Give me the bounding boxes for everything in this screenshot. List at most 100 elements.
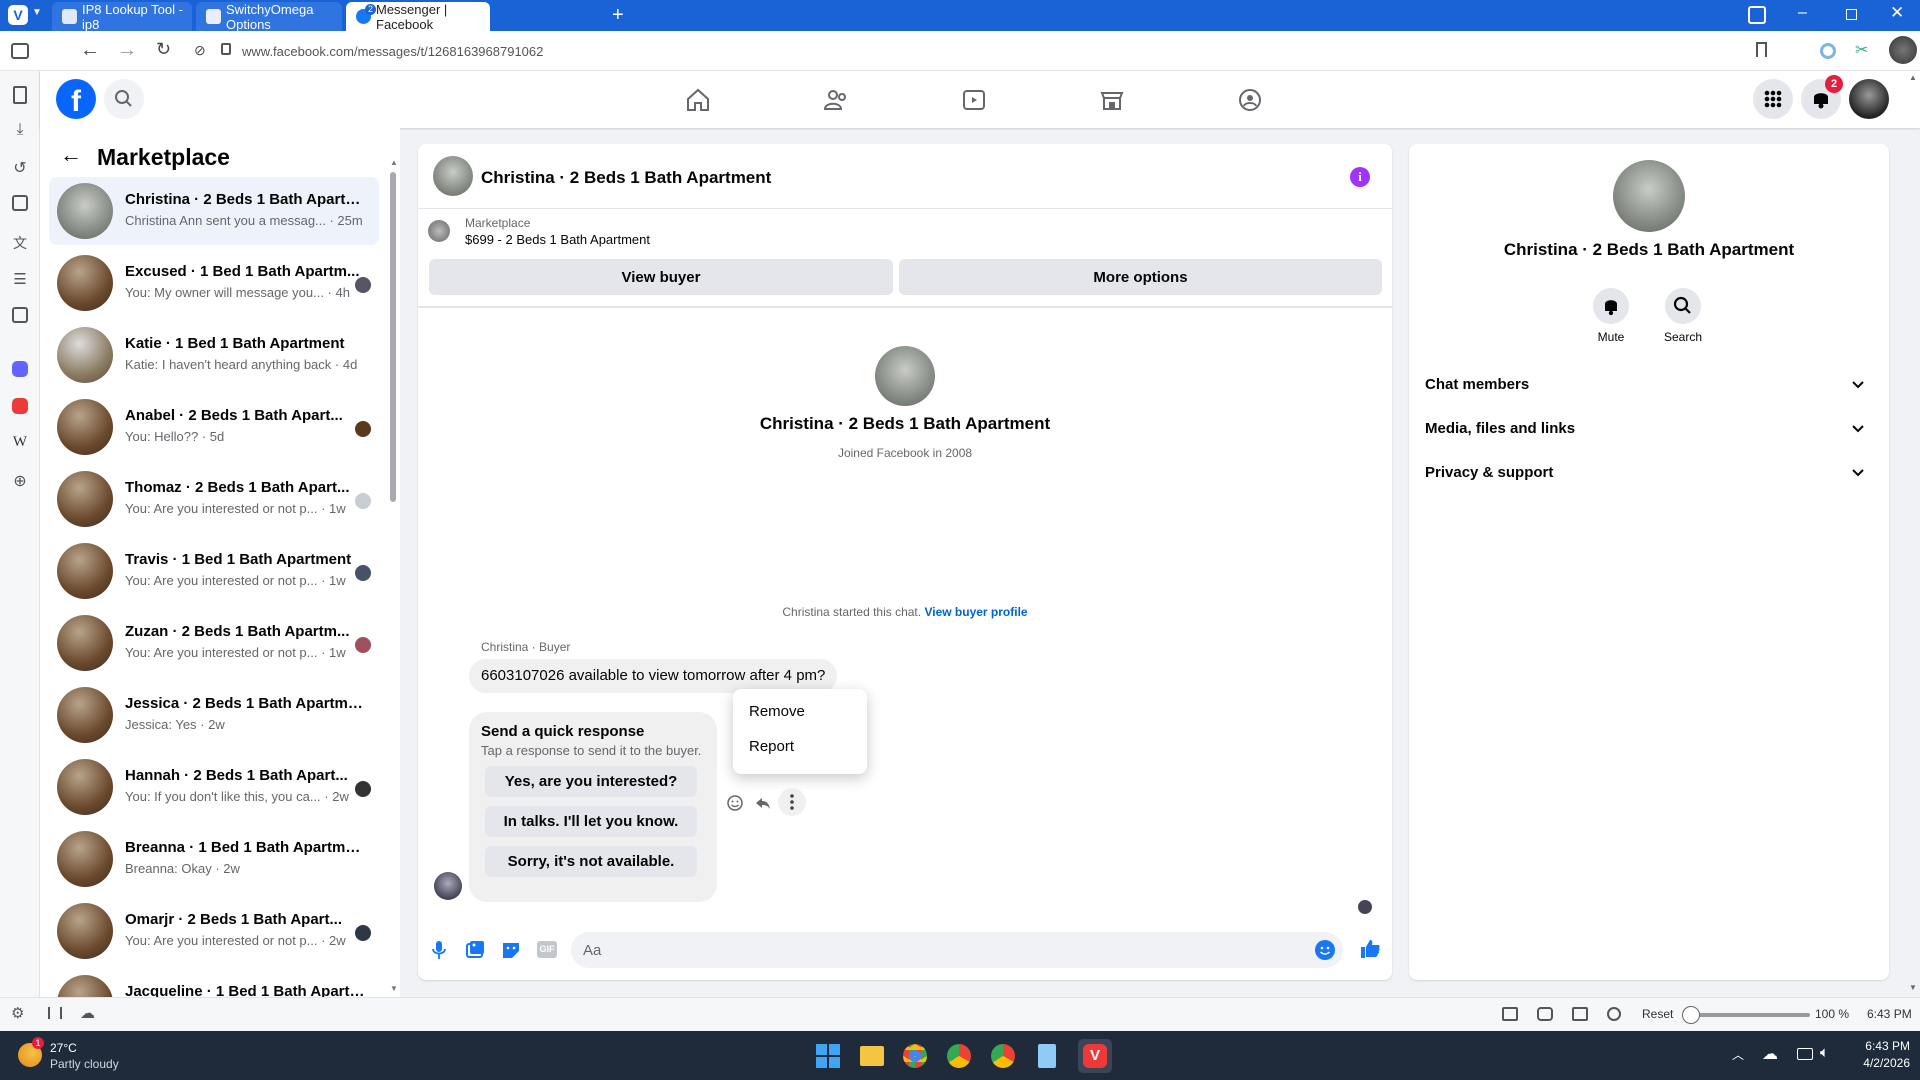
add-panel-icon[interactable]: ⊕ — [10, 471, 30, 491]
start-button[interactable] — [816, 1044, 840, 1068]
quick-response-button[interactable]: Yes, are you interested? — [485, 766, 697, 797]
search-chat-button[interactable]: Search — [1664, 288, 1702, 348]
chrome-icon[interactable] — [991, 1044, 1015, 1068]
react-icon[interactable] — [726, 794, 744, 812]
info-avatar[interactable] — [1613, 160, 1685, 232]
tab-messenger[interactable]: 2 Messenger | Facebook — [346, 2, 490, 32]
profile-avatar[interactable] — [1889, 36, 1917, 64]
chrome-icon[interactable] — [947, 1044, 971, 1068]
sticker-icon[interactable] — [501, 940, 521, 960]
new-tab-button[interactable]: + — [612, 5, 624, 25]
minimize-button[interactable]: – — [1798, 4, 1807, 22]
notepad-icon[interactable] — [1038, 1044, 1056, 1068]
inbox-scrollbar[interactable]: ▲ ▼ — [389, 158, 398, 996]
reading-panel-icon[interactable]: ☰ — [10, 270, 30, 290]
wikipedia-icon[interactable]: W — [10, 434, 30, 454]
history-panel-icon[interactable]: ↺ — [10, 158, 30, 178]
page-scrollbar[interactable]: ▲ ▼ — [1906, 71, 1920, 997]
url-field[interactable]: www.facebook.com/messages/t/126816396879… — [242, 44, 543, 59]
menu-button[interactable] — [1753, 79, 1793, 119]
chat-header-title[interactable]: Christina · 2 Beds 1 Bath Apartment — [481, 168, 771, 188]
conversation-item[interactable]: Zuzan · 2 Beds 1 Bath Apartm... You: Are… — [49, 609, 379, 677]
view-buyer-button[interactable]: View buyer — [429, 259, 893, 295]
groups-icon[interactable] — [1235, 85, 1265, 115]
settings-icon[interactable]: ⚙ — [11, 1004, 24, 1022]
vivaldi-icon[interactable] — [12, 398, 28, 414]
conversation-item[interactable]: Omarjr · 2 Beds 1 Bath Apart... You: Are… — [49, 897, 379, 965]
back-icon[interactable]: ← — [80, 39, 100, 62]
account-avatar[interactable] — [1849, 79, 1889, 119]
conversation-item[interactable]: Breanna · 1 Bed 1 Bath Apartment Breanna… — [49, 825, 379, 893]
like-icon[interactable] — [1359, 938, 1381, 960]
search-button[interactable] — [104, 79, 144, 119]
notifications-button[interactable]: 2 — [1801, 75, 1843, 119]
translate-panel-icon[interactable]: 文 — [10, 233, 30, 253]
conversation-item[interactable]: Thomaz · 2 Beds 1 Bath Apart... You: Are… — [49, 465, 379, 533]
home-icon[interactable] — [683, 85, 713, 115]
bookmark-icon[interactable] — [1756, 42, 1767, 57]
conversation-item[interactable]: Anabel · 2 Beds 1 Bath Apart... You: Hel… — [49, 393, 379, 461]
tab-ip8[interactable]: IP8 Lookup Tool - ip8 — [52, 2, 192, 32]
more-options-button[interactable]: More options — [899, 259, 1382, 295]
friends-icon[interactable] — [821, 85, 851, 115]
onedrive-icon[interactable]: ☁ — [1762, 1044, 1778, 1064]
file-explorer-icon[interactable] — [860, 1046, 884, 1066]
camera-icon[interactable] — [1537, 1007, 1553, 1021]
message-input[interactable]: Aa — [571, 932, 1343, 968]
reply-icon[interactable] — [754, 794, 772, 812]
gif-icon[interactable]: GIF — [537, 941, 557, 958]
forward-icon[interactable]: → — [117, 39, 137, 62]
reload-icon[interactable]: ↻ — [156, 39, 171, 60]
vivaldi-menu-button[interactable]: V ▼ — [8, 5, 42, 25]
conversation-item[interactable]: Jessica · 2 Beds 1 Bath Apartment Jessic… — [49, 681, 379, 749]
tiling-icon[interactable] — [48, 1007, 62, 1019]
window-panel-icon[interactable] — [12, 307, 28, 323]
extension-icon[interactable]: ✂ — [1855, 40, 1868, 60]
privacy-support-section[interactable]: Privacy & support — [1425, 464, 1865, 481]
bookmarks-panel-icon[interactable] — [13, 86, 27, 104]
notes-panel-icon[interactable] — [12, 195, 28, 211]
emoji-icon[interactable] — [1315, 940, 1335, 960]
tab-switchyomega[interactable]: SwitchyOmega Options — [196, 2, 342, 32]
mute-button[interactable]: Mute — [1593, 288, 1629, 348]
media-files-section[interactable]: Media, files and links — [1425, 420, 1865, 437]
cloud-sync-icon[interactable]: ☁ — [80, 1004, 95, 1022]
tray-chevron-icon[interactable]: ︿ — [1732, 1046, 1744, 1063]
view-buyer-profile-link[interactable]: View buyer profile — [924, 605, 1027, 619]
profile-avatar-large[interactable] — [875, 346, 935, 406]
chrome-icon[interactable] — [903, 1044, 927, 1068]
more-actions-button[interactable] — [778, 788, 806, 816]
shield-icon[interactable]: ⊘ — [194, 42, 206, 59]
back-arrow-icon[interactable]: ← — [60, 142, 82, 168]
network-icon[interactable] — [1797, 1048, 1813, 1060]
page-tiling-icon[interactable] — [1572, 1007, 1588, 1021]
conversation-item[interactable]: Jacqueline · 1 Bed 1 Bath Apartm... — [49, 969, 379, 997]
taskbar-clock[interactable]: 6:43 PM 4/2/2026 — [1850, 1039, 1910, 1070]
facebook-logo-icon[interactable]: f — [56, 79, 96, 119]
conversation-item[interactable]: Travis · 1 Bed 1 Bath Apartment You: Are… — [49, 537, 379, 605]
microphone-icon[interactable] — [430, 940, 448, 960]
close-window-button[interactable]: ✕ — [1890, 3, 1904, 23]
conversation-item[interactable]: Hannah · 2 Beds 1 Bath Apart... You: If … — [49, 753, 379, 821]
conversation-item[interactable]: Excused · 1 Bed 1 Bath Apartm... You: My… — [49, 249, 379, 317]
photo-icon[interactable] — [465, 940, 485, 960]
extension-ring-icon[interactable] — [1820, 43, 1836, 59]
volume-icon[interactable]: 🔈︎ — [1820, 1044, 1829, 1061]
chat-members-section[interactable]: Chat members — [1425, 376, 1865, 393]
panel-toggle-icon[interactable] — [11, 43, 29, 59]
zoom-slider[interactable] — [1682, 1006, 1810, 1024]
marketplace-icon[interactable] — [1097, 85, 1127, 115]
downloads-panel-icon[interactable]: ⤓ — [10, 121, 30, 141]
restore-button[interactable] — [1846, 9, 1857, 20]
message-bubble[interactable]: 6603107026 available to view tomorrow af… — [469, 659, 838, 693]
chat-header-avatar[interactable] — [433, 156, 473, 196]
page-actions-icon[interactable] — [1607, 1007, 1621, 1021]
capture-icon[interactable] — [1502, 1007, 1518, 1021]
listing-info[interactable]: Marketplace $699 - 2 Beds 1 Bath Apartme… — [428, 216, 828, 247]
conversation-item[interactable]: Katie · 1 Bed 1 Bath Apartment Katie: I … — [49, 321, 379, 389]
vivaldi-taskbar-icon[interactable]: V — [1078, 1039, 1112, 1073]
mastodon-icon[interactable] — [12, 361, 28, 377]
conversation-item[interactable]: Christina · 2 Beds 1 Bath Apartm... Chri… — [49, 177, 379, 245]
info-icon[interactable]: i — [1350, 167, 1370, 187]
quick-response-button[interactable]: In talks. I'll let you know. — [485, 806, 697, 837]
